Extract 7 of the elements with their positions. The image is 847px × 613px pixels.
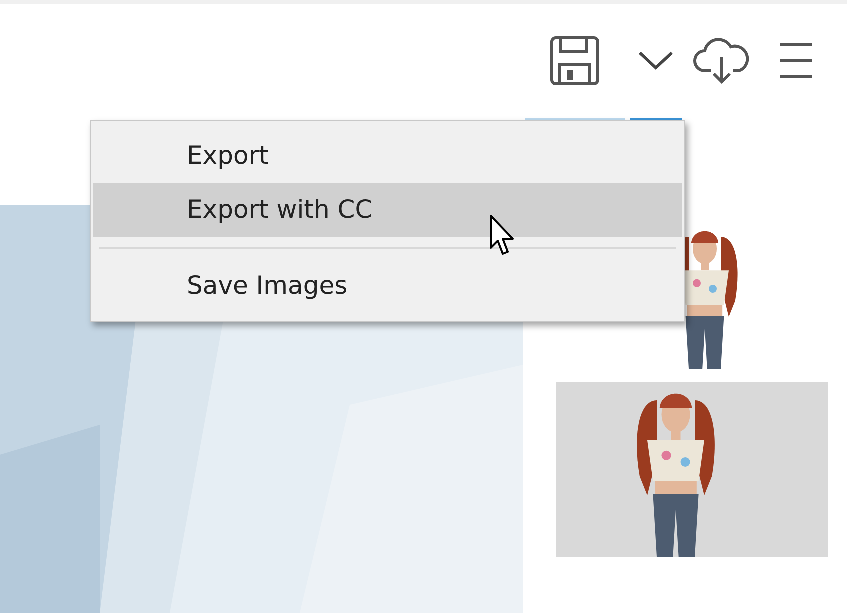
cloud-download-icon xyxy=(693,37,751,85)
menu-item[interactable]: Save Images xyxy=(93,259,682,313)
chevron-down-icon xyxy=(638,51,674,71)
save-icon xyxy=(549,35,601,87)
menu-item[interactable]: Export with CC xyxy=(93,183,682,237)
menu-item[interactable]: Export xyxy=(93,129,682,183)
mouse-pointer-icon xyxy=(489,214,515,256)
